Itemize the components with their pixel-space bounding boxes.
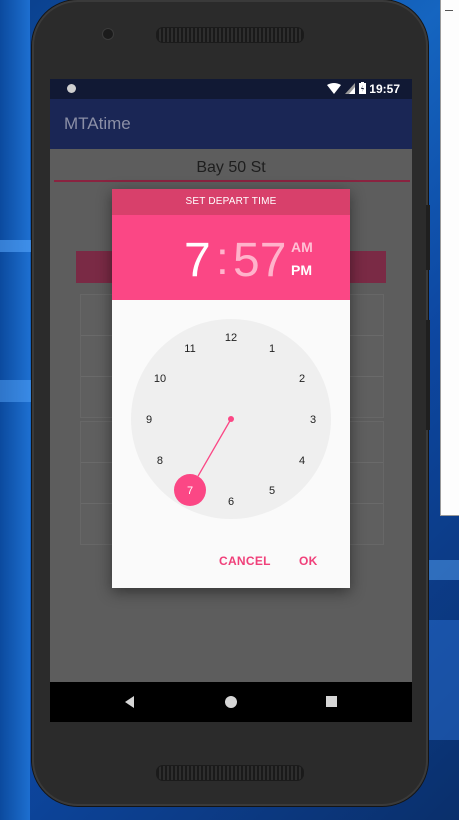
dialog-title: SET DEPART TIME [112, 189, 350, 215]
clock-number-7[interactable]: 7 [187, 485, 193, 497]
app-bar: MTAtime [50, 99, 412, 149]
hour-display[interactable]: 7 [184, 233, 211, 288]
clock-number-5[interactable]: 5 [269, 485, 275, 497]
volume-button [426, 320, 430, 430]
nav-recent-icon[interactable] [326, 696, 337, 707]
station-underline [54, 180, 410, 182]
time-separator: : [216, 232, 229, 284]
nav-home-icon[interactable] [225, 696, 237, 708]
time-display-header: 7 : 57 AM PM [112, 215, 350, 300]
navigation-bar [50, 682, 412, 722]
status-bar: 19:57 [50, 79, 412, 99]
app-title: MTAtime [64, 114, 131, 133]
dialog-actions: CANCEL OK [112, 551, 350, 575]
signal-icon [345, 82, 355, 94]
cancel-button[interactable]: CANCEL [219, 554, 271, 568]
clock-number-4[interactable]: 4 [299, 455, 305, 467]
battery-icon [359, 82, 366, 94]
station-name-field[interactable]: Bay 50 St [50, 159, 412, 177]
wifi-icon [327, 82, 341, 94]
phone-screen: 19:57 MTAtime Bay 50 St SET DEPART TIME … [50, 79, 412, 722]
clock-number-3[interactable]: 3 [310, 414, 316, 426]
nav-back-icon[interactable] [125, 696, 134, 708]
front-camera [102, 28, 114, 40]
pm-toggle[interactable]: PM [291, 262, 312, 278]
bottom-speaker [156, 765, 304, 781]
clock-number-12[interactable]: 12 [225, 332, 237, 344]
phone-frame: 19:57 MTAtime Bay 50 St SET DEPART TIME … [32, 0, 430, 806]
clock-number-8[interactable]: 8 [157, 455, 163, 467]
am-toggle[interactable]: AM [291, 239, 313, 255]
status-time: 19:57 [369, 82, 400, 96]
notification-icon [67, 84, 76, 93]
clock-number-1[interactable]: 1 [269, 343, 275, 355]
time-picker-dialog: SET DEPART TIME 7 : 57 AM PM 12 1 2 3 4 5 6 7 8 9… [112, 189, 350, 588]
clock-center-dot [228, 416, 234, 422]
clock-number-11[interactable]: 11 [184, 343, 195, 355]
clock-number-9[interactable]: 9 [146, 414, 152, 426]
clock-number-6[interactable]: 6 [228, 496, 234, 508]
window-minimize-icon [445, 10, 453, 11]
clock-face[interactable]: 121234567891011 [131, 319, 331, 519]
clock-number-10[interactable]: 10 [154, 373, 166, 385]
power-button [426, 205, 430, 270]
top-speaker [156, 27, 304, 43]
background-window [440, 0, 459, 516]
clock-number-2[interactable]: 2 [299, 373, 305, 385]
ok-button[interactable]: OK [299, 554, 318, 568]
minute-display[interactable]: 57 [233, 233, 286, 288]
